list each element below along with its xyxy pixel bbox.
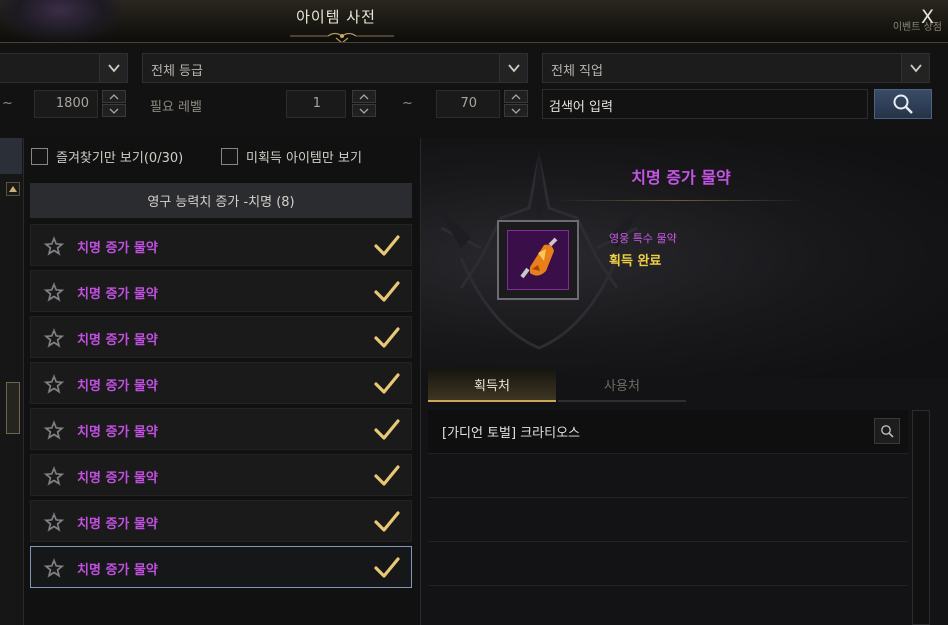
- category-tab[interactable]: [0, 138, 22, 174]
- req-level-max-value: 70: [460, 96, 477, 111]
- list-item[interactable]: 치명 증가 물약: [30, 546, 412, 588]
- list-item-name: 치명 증가 물약: [77, 241, 158, 256]
- unacquired-checkbox[interactable]: [221, 147, 238, 165]
- chevron-down-icon: [99, 54, 127, 82]
- grade-dropdown[interactable]: 전체 등급: [142, 53, 528, 83]
- unacquired-filter[interactable]: 미획득 아이템만 보기: [221, 146, 362, 166]
- req-level-min-field[interactable]: 1: [286, 90, 346, 118]
- req-level-min-stepper[interactable]: [352, 90, 376, 118]
- detail-item-title: 치명 증가 물약: [631, 168, 731, 187]
- chevron-down-icon: [901, 54, 929, 82]
- list-item-name: 치명 증가 물약: [77, 563, 158, 578]
- acquisition-status: 획득 완료: [609, 254, 662, 269]
- list-item[interactable]: 치명 증가 물약: [30, 500, 412, 542]
- list-item[interactable]: 치명 증가 물약: [30, 408, 412, 450]
- source-row-empty: [428, 454, 908, 498]
- list-item[interactable]: 치명 증가 물약: [30, 316, 412, 358]
- search-placeholder: 검색어 입력: [549, 100, 613, 115]
- class-dropdown-value: 전체 직업: [551, 64, 603, 79]
- checkmark-icon: [374, 511, 400, 532]
- window-title: 아이템 사전: [296, 8, 376, 26]
- star-icon[interactable]: [43, 235, 65, 257]
- source-row-empty: [428, 586, 908, 625]
- req-level-min-value: 1: [312, 96, 321, 111]
- req-level-max-field[interactable]: 70: [436, 90, 500, 118]
- req-level-max-stepper[interactable]: [504, 90, 528, 118]
- source-row-empty: [428, 498, 908, 542]
- required-level-label: 필요 레벨: [150, 100, 202, 115]
- star-icon[interactable]: [43, 373, 65, 395]
- source-row[interactable]: [가디언 토벌] 크라티오스: [428, 410, 908, 454]
- favorites-label: 즐겨찾기만 보기(0/30): [56, 150, 184, 166]
- level-max-value: 1800: [55, 96, 89, 111]
- level-max-stepper[interactable]: [102, 90, 126, 118]
- item-icon-frame: [497, 220, 579, 300]
- chevron-up-icon[interactable]: [102, 90, 126, 103]
- source-list: [가디언 토벌] 크라티오스: [428, 410, 908, 625]
- level-max-field[interactable]: 1800: [34, 90, 98, 118]
- checkmark-icon: [374, 465, 400, 486]
- group-header[interactable]: 영구 능력치 증가 -치명 (8): [30, 183, 412, 218]
- list-item-name: 치명 증가 물약: [77, 287, 158, 302]
- checkmark-icon: [374, 373, 400, 394]
- list-item-name: 치명 증가 물약: [77, 379, 158, 394]
- list-item-name: 치명 증가 물약: [77, 471, 158, 486]
- checkmark-icon: [374, 281, 400, 302]
- class-dropdown[interactable]: 전체 직업: [542, 53, 930, 83]
- search-icon: [893, 94, 913, 114]
- scroll-up-icon[interactable]: [6, 182, 20, 196]
- unacquired-label: 미획득 아이템만 보기: [246, 150, 362, 166]
- tab-usage[interactable]: 사용처: [558, 368, 686, 402]
- title-bar: 아이템 사전 이벤트 상점 X: [0, 0, 948, 44]
- grade-dropdown-value: 전체 등급: [151, 64, 203, 79]
- source-scrollbar[interactable]: [912, 410, 930, 625]
- item-type-label: 영웅 특수 물약: [609, 232, 677, 245]
- source-row-empty: [428, 542, 908, 586]
- category-dropdown[interactable]: [0, 53, 128, 83]
- star-icon[interactable]: [43, 281, 65, 303]
- potion-icon: [507, 230, 569, 290]
- chevron-down-icon[interactable]: [102, 104, 126, 117]
- list-item[interactable]: 치명 증가 물약: [30, 362, 412, 404]
- event-shop-tab[interactable]: 이벤트 상점: [893, 18, 942, 33]
- star-icon[interactable]: [43, 511, 65, 533]
- detail-tabs: 획득처 사용처: [428, 368, 688, 402]
- range-tilde: ~: [402, 96, 413, 111]
- chevron-up-icon[interactable]: [504, 90, 528, 103]
- chevron-down-icon[interactable]: [504, 104, 528, 117]
- title-separator: [555, 200, 805, 201]
- favorites-filter[interactable]: 즐겨찾기만 보기(0/30): [31, 146, 183, 166]
- list-item-name: 치명 증가 물약: [77, 425, 158, 440]
- checkmark-icon: [374, 419, 400, 440]
- list-item[interactable]: 치명 증가 물약: [30, 224, 412, 266]
- range-tilde: ~: [2, 96, 13, 111]
- list-item[interactable]: 치명 증가 물약: [30, 270, 412, 312]
- chevron-down-icon: [499, 54, 527, 82]
- checkmark-icon: [374, 235, 400, 256]
- list-item[interactable]: 치명 증가 물약: [30, 454, 412, 496]
- list-item-name: 치명 증가 물약: [77, 333, 158, 348]
- star-icon[interactable]: [43, 419, 65, 441]
- favorites-checkbox[interactable]: [31, 147, 48, 165]
- tab-acquisition-source[interactable]: 획득처: [428, 368, 556, 402]
- search-icon[interactable]: [874, 418, 900, 444]
- star-icon[interactable]: [43, 465, 65, 487]
- chevron-down-icon[interactable]: [352, 104, 376, 117]
- list-item-name: 치명 증가 물약: [77, 517, 158, 532]
- scroll-thumb[interactable]: [6, 382, 20, 434]
- checkmark-icon: [374, 327, 400, 348]
- close-icon[interactable]: X: [921, 6, 934, 28]
- source-text: [가디언 토벌] 크라티오스: [442, 426, 581, 441]
- search-input[interactable]: 검색어 입력: [542, 89, 868, 119]
- list-scrollbar[interactable]: [6, 182, 20, 625]
- star-icon[interactable]: [43, 557, 65, 579]
- chevron-up-icon[interactable]: [352, 90, 376, 103]
- checkmark-icon: [374, 557, 400, 578]
- star-icon[interactable]: [43, 327, 65, 349]
- search-button[interactable]: [874, 89, 932, 119]
